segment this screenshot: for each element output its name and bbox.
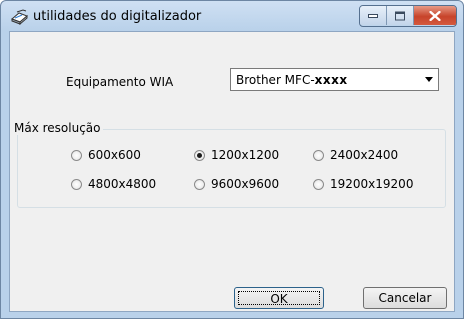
- radio-19200x19200[interactable]: 19200x19200: [313, 177, 413, 191]
- scanner-icon: [11, 9, 29, 26]
- window-title: utilidades do digitalizador: [33, 9, 202, 24]
- radio-2400x2400[interactable]: 2400x2400: [313, 148, 398, 162]
- dropdown-arrow-button[interactable]: [421, 70, 437, 89]
- chevron-down-icon: [425, 77, 433, 82]
- device-select[interactable]: Brother MFC-xxxx: [230, 68, 439, 91]
- radio-1200x1200[interactable]: 1200x1200: [194, 148, 279, 162]
- ok-button[interactable]: OK: [234, 287, 324, 309]
- dialog-window: utilidades do digitalizador Equipamento …: [0, 0, 464, 319]
- cancel-button-label: Cancelar: [378, 291, 432, 305]
- radio-4800x4800[interactable]: 4800x4800: [71, 177, 156, 191]
- title-bar[interactable]: utilidades do digitalizador: [1, 1, 463, 33]
- maximize-button[interactable]: [387, 6, 414, 25]
- maximize-icon: [395, 11, 405, 20]
- radio-button-icon: [313, 178, 324, 190]
- minimize-button[interactable]: [360, 6, 387, 25]
- radio-button-icon: [71, 178, 82, 190]
- dialog-client-area: Equipamento WIA Brother MFC-xxxx Máx res…: [9, 31, 455, 312]
- radio-button-checked-icon: [194, 149, 205, 161]
- device-select-value: Brother MFC-xxxx: [236, 73, 348, 87]
- radio-600x600[interactable]: 600x600: [71, 148, 141, 162]
- radio-button-icon: [313, 149, 324, 161]
- caption-buttons: [359, 5, 457, 27]
- radio-button-icon: [71, 149, 82, 161]
- cancel-button[interactable]: Cancelar: [363, 287, 447, 309]
- resolution-group: [17, 129, 446, 208]
- radio-button-icon: [194, 178, 205, 190]
- close-icon: [429, 10, 441, 21]
- resolution-group-title: Máx resolução: [12, 121, 103, 135]
- radio-9600x9600[interactable]: 9600x9600: [194, 177, 279, 191]
- ok-button-label: OK: [238, 291, 320, 306]
- close-button[interactable]: [414, 6, 456, 25]
- minimize-icon: [368, 13, 378, 18]
- device-label: Equipamento WIA: [66, 75, 174, 89]
